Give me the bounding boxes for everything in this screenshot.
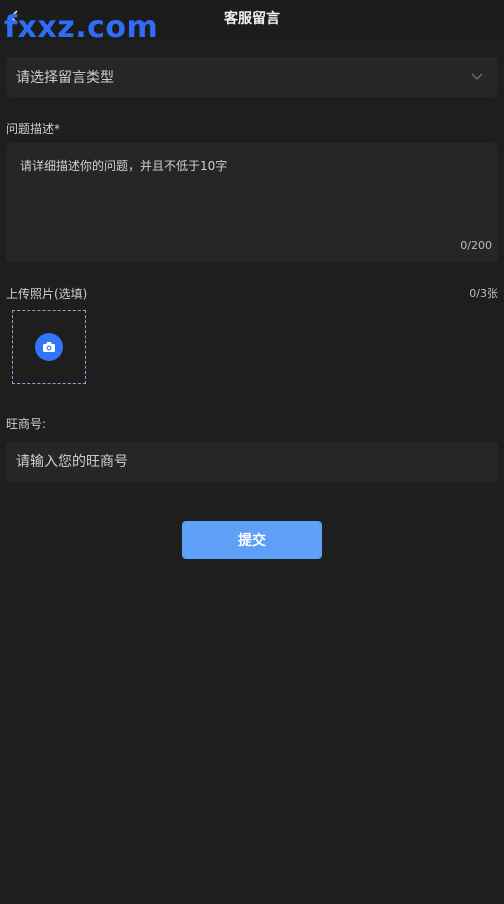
camera-icon bbox=[43, 342, 55, 352]
message-type-select[interactable]: 请选择留言类型 bbox=[6, 57, 498, 97]
watermark-logo: fxxz.com bbox=[4, 10, 159, 45]
photos-count: 0/3张 bbox=[469, 287, 498, 300]
photo-upload-button[interactable] bbox=[12, 310, 86, 384]
description-label: 问题描述* bbox=[6, 122, 61, 136]
header-bar: 客服留言 fxxz.com bbox=[0, 0, 504, 45]
description-box: 0/200 bbox=[6, 143, 498, 262]
camera-badge bbox=[35, 333, 63, 361]
description-textarea[interactable] bbox=[18, 155, 486, 238]
submit-button[interactable]: 提交 bbox=[182, 521, 322, 559]
wangshang-input[interactable] bbox=[6, 442, 498, 482]
chevron-down-icon bbox=[471, 73, 483, 80]
wangshang-label: 旺商号: bbox=[6, 417, 47, 431]
description-counter: 0/200 bbox=[460, 239, 492, 252]
photos-label: 上传照片(选填) bbox=[6, 287, 88, 301]
feedback-page: 客服留言 fxxz.com 请选择留言类型 问题描述* 0/200 上传照片(选… bbox=[0, 0, 504, 904]
message-type-placeholder: 请选择留言类型 bbox=[16, 70, 114, 86]
